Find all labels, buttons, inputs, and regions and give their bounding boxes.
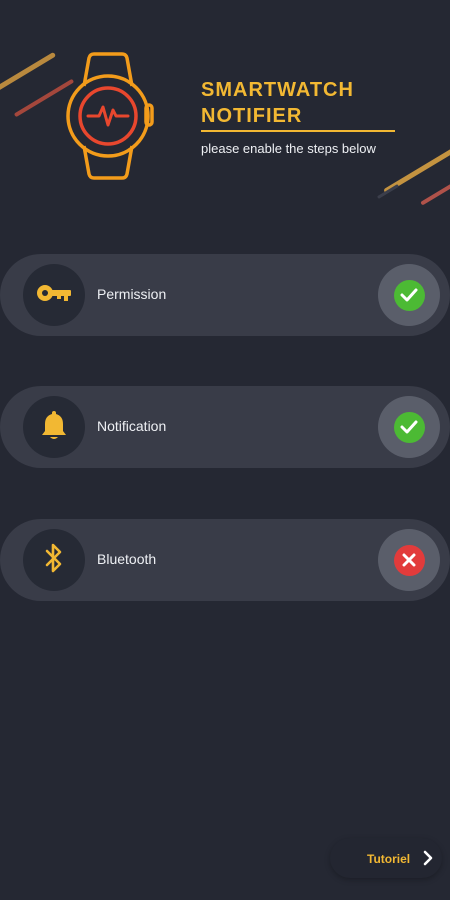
permission-status-toggle[interactable] [378,264,440,326]
step-label-bluetooth: Bluetooth [97,551,157,567]
checkmark-icon [393,411,425,443]
subtitle: please enable the steps below [201,141,376,156]
app-title-line1: SMARTWATCH [201,79,354,101]
app-title-line2: NOTIFIER [201,105,303,127]
step-label-permission: Permission [97,286,167,302]
bluetooth-icon [44,543,64,578]
notification-status-toggle[interactable] [378,396,440,458]
title-divider [201,130,395,132]
key-icon [36,282,72,309]
tutorial-label: Tutoriel [367,852,411,866]
step-notification-row[interactable]: Notification [0,386,450,468]
smartwatch-logo-icon [60,52,156,180]
step-icon-badge [23,264,85,326]
tutorial-button[interactable]: Tutoriel [330,838,442,878]
app-title: SMARTWATCH NOTIFIER [201,77,354,129]
checkmark-icon [393,279,425,311]
chevron-right-icon [422,849,434,867]
step-permission-row[interactable]: Permission [0,254,450,336]
step-label-notification: Notification [97,418,167,434]
step-icon-badge [23,529,85,591]
bell-icon [40,409,68,446]
step-bluetooth-row[interactable]: Bluetooth [0,519,450,601]
bluetooth-status-toggle[interactable] [378,529,440,591]
step-icon-badge [23,396,85,458]
close-icon [393,544,425,576]
